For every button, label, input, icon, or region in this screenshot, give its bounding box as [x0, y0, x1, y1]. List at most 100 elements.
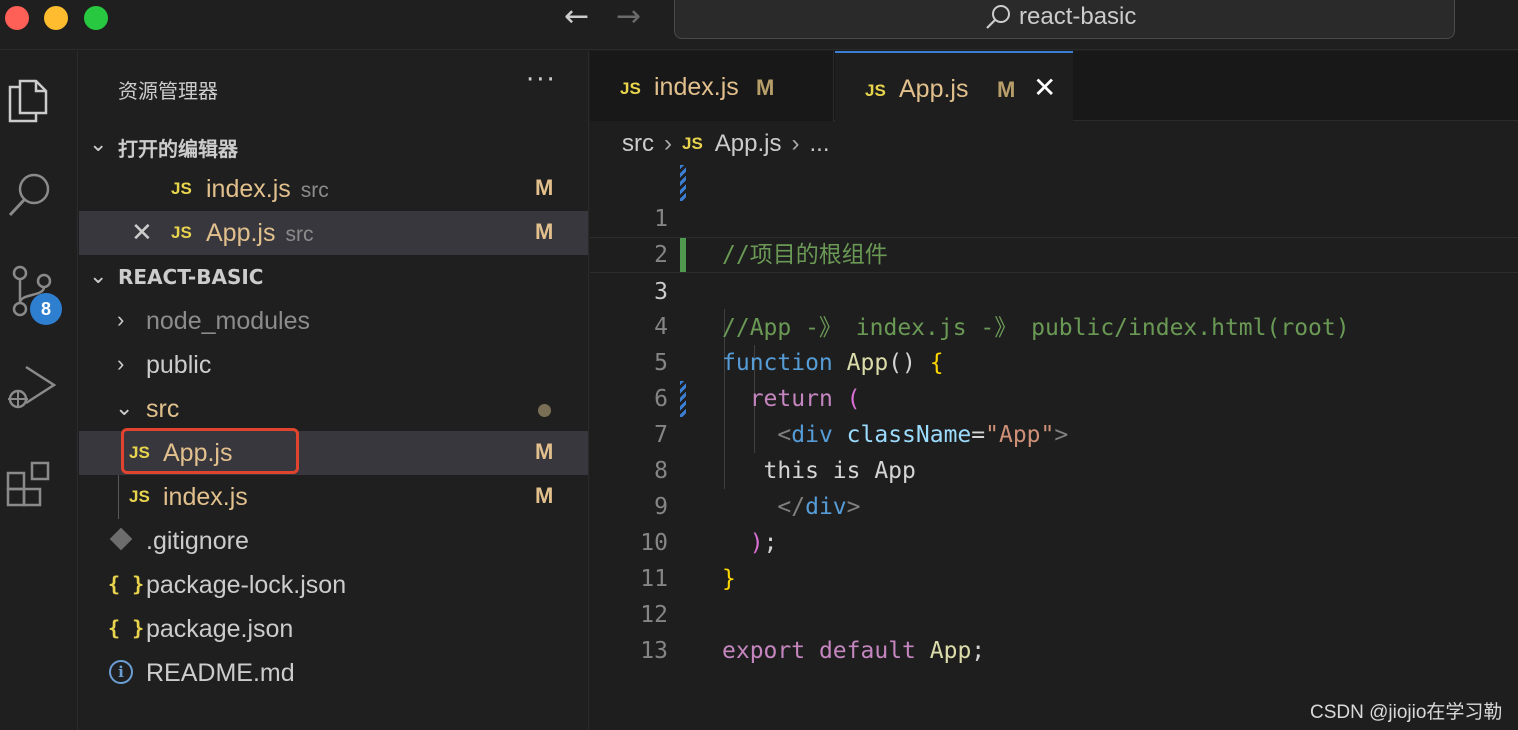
sidebar-title: 资源管理器: [118, 79, 218, 103]
close-window-button[interactable]: [5, 6, 29, 30]
project-name: REACT-BASIC: [118, 265, 264, 289]
modified-badge: M: [535, 219, 554, 244]
open-editor-item-app-js[interactable]: ✕ JS App.js src M: [79, 211, 588, 255]
code-line: 10 }: [590, 489, 1518, 592]
minimize-window-button[interactable]: [44, 6, 68, 30]
code-token: ;: [971, 638, 986, 664]
file-label: index.js: [163, 483, 248, 511]
js-file-icon: JS: [171, 179, 192, 198]
modified-dot-icon: [538, 404, 551, 417]
info-icon: i: [109, 660, 133, 684]
modified-badge: M: [535, 483, 554, 508]
close-icon[interactable]: ✕: [131, 217, 153, 248]
code-line: 12 export default App;: [590, 561, 1518, 664]
breadcrumb-file[interactable]: App.js: [715, 130, 782, 158]
git-file-icon: [109, 527, 133, 551]
js-file-icon: JS: [865, 81, 886, 100]
file-label: package.json: [146, 615, 294, 643]
tab-app-js[interactable]: JS App.js M ✕: [835, 51, 1073, 121]
open-editors-label: 打开的编辑器: [118, 137, 238, 161]
watermark-text: CSDN @jiojio在学习勒: [1310, 702, 1503, 723]
chevron-right-icon: ›: [791, 130, 800, 157]
js-file-icon: JS: [129, 487, 150, 506]
annotation-highlight-box: [121, 428, 299, 474]
maximize-window-button[interactable]: [84, 6, 108, 30]
source-control-badge: 8: [30, 293, 62, 325]
code-line: 1 //项目的根组件: [590, 165, 1518, 268]
code-token: export: [722, 638, 806, 664]
chevron-right-icon: ›: [117, 307, 125, 332]
title-bar: ← → react-basic: [0, 0, 1518, 50]
tab-index-js[interactable]: JS index.js M: [590, 51, 834, 121]
code-line: 8 </div>: [590, 417, 1518, 520]
file-label: README.md: [146, 659, 295, 687]
js-file-icon: JS: [171, 223, 192, 242]
open-editors-header[interactable]: ⌄ 打开的编辑器: [79, 123, 588, 167]
js-file-icon: JS: [620, 79, 641, 98]
code-token: App: [929, 638, 972, 664]
open-editor-item-index-js[interactable]: JS index.js src M: [79, 167, 588, 211]
open-editor-desc: src: [300, 179, 329, 202]
code-line: 6 <div className="App">: [590, 345, 1518, 448]
tab-label: index.js: [654, 73, 739, 101]
code-editor[interactable]: 1 //项目的根组件 2 3 //App -》 index.js -》 publ…: [590, 165, 1518, 664]
line-number: 13: [640, 638, 668, 664]
chevron-down-icon: ⌄: [89, 263, 108, 288]
search-text: react-basic: [1019, 3, 1137, 30]
code-line: 11: [590, 525, 1518, 592]
breadcrumb-folder[interactable]: src: [622, 130, 654, 158]
close-icon[interactable]: ✕: [1033, 71, 1056, 104]
chevron-down-icon: ⌄: [89, 131, 108, 156]
tree-folder-public[interactable]: › public: [79, 343, 588, 387]
explorer-icon[interactable]: [6, 73, 54, 125]
folder-label: node_modules: [146, 307, 311, 335]
back-arrow-icon[interactable]: ←: [564, 2, 589, 32]
folder-label: public: [146, 351, 212, 379]
tree-file-package-lock[interactable]: { } package-lock.json: [79, 563, 588, 607]
open-editor-desc: src: [285, 223, 314, 246]
code-line: 7 this is App: [590, 381, 1518, 484]
chevron-right-icon: ›: [117, 351, 125, 376]
activity-bar: 8: [0, 51, 78, 730]
breadcrumb-more[interactable]: ...: [810, 130, 830, 158]
command-center-search[interactable]: react-basic: [674, 0, 1455, 39]
tab-label: App.js: [899, 75, 969, 103]
code-line: 13: [590, 597, 1518, 664]
file-label: .gitignore: [146, 527, 249, 555]
code-token: default: [818, 638, 916, 664]
modified-badge: M: [997, 77, 1016, 102]
folder-label: src: [146, 395, 180, 423]
search-icon: [986, 5, 1010, 29]
modified-badge: M: [535, 439, 554, 464]
code-line: 4 function App() {: [590, 273, 1518, 376]
json-file-icon: { }: [108, 572, 145, 596]
forward-arrow-icon[interactable]: →: [616, 2, 641, 32]
editor-tab-bar: JS index.js M JS App.js M ✕: [590, 51, 1518, 121]
tree-file-readme[interactable]: i README.md: [79, 651, 588, 695]
chevron-down-icon: ⌄: [115, 395, 134, 420]
more-actions-button[interactable]: ···: [526, 65, 557, 95]
file-label: package-lock.json: [146, 571, 347, 599]
modified-badge: M: [756, 75, 775, 100]
js-file-icon: JS: [682, 134, 703, 153]
extensions-icon[interactable]: [6, 457, 58, 511]
code-line: 2: [590, 201, 1518, 268]
modified-badge: M: [535, 175, 554, 200]
project-header[interactable]: ⌄ REACT-BASIC: [79, 255, 588, 299]
tree-folder-src[interactable]: ⌄ src: [79, 387, 588, 431]
search-icon[interactable]: [6, 169, 58, 221]
tree-file-gitignore[interactable]: .gitignore: [79, 519, 588, 563]
open-editor-name: App.js: [206, 219, 276, 247]
code-line-current: 3 //App -》 index.js -》 public/index.html…: [590, 237, 1518, 341]
json-file-icon: { }: [108, 616, 145, 640]
chevron-right-icon: ›: [664, 130, 672, 157]
open-editor-name: index.js: [206, 175, 291, 203]
breadcrumb: src › JS App.js › ...: [622, 130, 830, 158]
code-line: 5 return (: [590, 309, 1518, 412]
run-debug-icon[interactable]: [6, 361, 58, 417]
tree-folder-node-modules[interactable]: › node_modules: [79, 299, 588, 343]
explorer-sidebar: 资源管理器 ··· ⌄ 打开的编辑器 JS index.js src M ✕ JS…: [79, 51, 589, 730]
tree-file-index-js[interactable]: JS index.js M: [79, 475, 588, 519]
tree-file-package-json[interactable]: { } package.json: [79, 607, 588, 651]
code-line: 9 );: [590, 453, 1518, 556]
